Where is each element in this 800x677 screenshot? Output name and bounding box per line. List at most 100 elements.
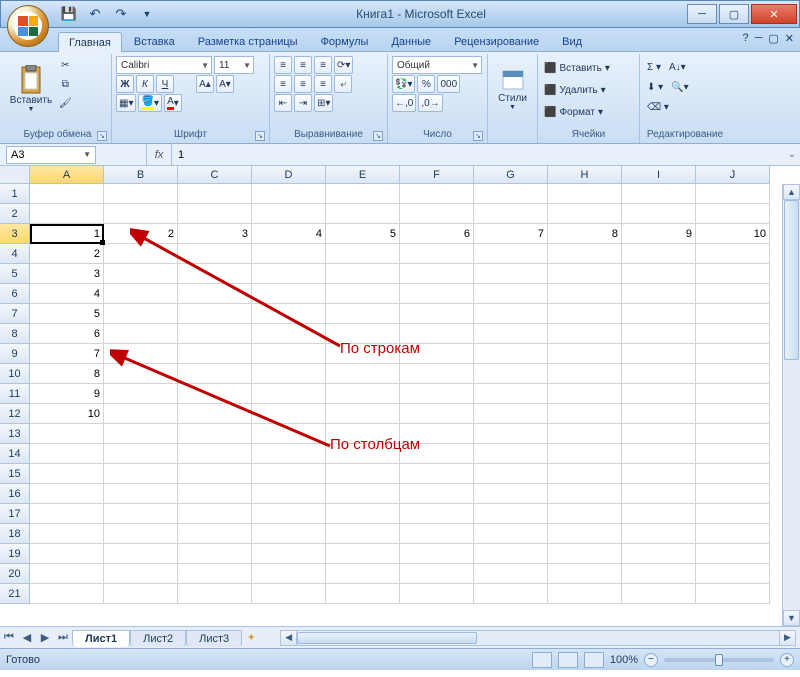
cell-H4[interactable] bbox=[548, 244, 622, 264]
cell-E1[interactable] bbox=[326, 184, 400, 204]
fx-icon[interactable]: fx bbox=[146, 144, 172, 165]
cell-J15[interactable] bbox=[696, 464, 770, 484]
tab-view[interactable]: Вид bbox=[551, 31, 593, 51]
cell-D9[interactable] bbox=[252, 344, 326, 364]
cell-D20[interactable] bbox=[252, 564, 326, 584]
cell-A8[interactable]: 6 bbox=[30, 324, 104, 344]
cell-D7[interactable] bbox=[252, 304, 326, 324]
column-header-C[interactable]: C bbox=[178, 166, 252, 184]
cell-B9[interactable] bbox=[104, 344, 178, 364]
row-header-12[interactable]: 12 bbox=[0, 404, 30, 424]
cell-B3[interactable]: 2 bbox=[104, 224, 178, 244]
cell-F10[interactable] bbox=[400, 364, 474, 384]
cell-H13[interactable] bbox=[548, 424, 622, 444]
cell-F11[interactable] bbox=[400, 384, 474, 404]
cell-J5[interactable] bbox=[696, 264, 770, 284]
sort-filter-button[interactable]: A↓▾ bbox=[666, 58, 689, 76]
copy-button[interactable]: ⧉ bbox=[56, 75, 75, 93]
cell-H12[interactable] bbox=[548, 404, 622, 424]
cell-D15[interactable] bbox=[252, 464, 326, 484]
scroll-left-icon[interactable]: ◀ bbox=[281, 631, 297, 645]
bold-button[interactable]: Ж bbox=[116, 75, 134, 93]
paste-button[interactable]: Вставить ▼ bbox=[8, 56, 54, 122]
cell-F5[interactable] bbox=[400, 264, 474, 284]
cell-F6[interactable] bbox=[400, 284, 474, 304]
row-header-1[interactable]: 1 bbox=[0, 184, 30, 204]
cell-B13[interactable] bbox=[104, 424, 178, 444]
sheet-nav-next-icon[interactable]: ▶ bbox=[36, 629, 54, 647]
cell-G19[interactable] bbox=[474, 544, 548, 564]
cell-A4[interactable]: 2 bbox=[30, 244, 104, 264]
cell-B17[interactable] bbox=[104, 504, 178, 524]
percent-format-button[interactable]: % bbox=[417, 75, 435, 93]
cell-I19[interactable] bbox=[622, 544, 696, 564]
insert-cells-button[interactable]: ⬛Вставить ▾ bbox=[542, 58, 612, 78]
cell-H5[interactable] bbox=[548, 264, 622, 284]
cell-G9[interactable] bbox=[474, 344, 548, 364]
cell-B18[interactable] bbox=[104, 524, 178, 544]
cell-C13[interactable] bbox=[178, 424, 252, 444]
cell-G17[interactable] bbox=[474, 504, 548, 524]
cell-E8[interactable] bbox=[326, 324, 400, 344]
horizontal-scrollbar[interactable]: ◀ ▶ bbox=[280, 630, 796, 646]
cell-J14[interactable] bbox=[696, 444, 770, 464]
font-size-combo[interactable]: 11▼ bbox=[214, 56, 254, 74]
cell-H15[interactable] bbox=[548, 464, 622, 484]
hscroll-thumb[interactable] bbox=[297, 632, 477, 644]
cell-D17[interactable] bbox=[252, 504, 326, 524]
cell-I6[interactable] bbox=[622, 284, 696, 304]
cell-E11[interactable] bbox=[326, 384, 400, 404]
cell-C7[interactable] bbox=[178, 304, 252, 324]
cell-G15[interactable] bbox=[474, 464, 548, 484]
cell-I18[interactable] bbox=[622, 524, 696, 544]
cell-G14[interactable] bbox=[474, 444, 548, 464]
cell-F7[interactable] bbox=[400, 304, 474, 324]
column-header-G[interactable]: G bbox=[474, 166, 548, 184]
cell-D6[interactable] bbox=[252, 284, 326, 304]
cell-J7[interactable] bbox=[696, 304, 770, 324]
shrink-font-button[interactable]: A▾ bbox=[216, 75, 234, 93]
cell-G20[interactable] bbox=[474, 564, 548, 584]
column-header-J[interactable]: J bbox=[696, 166, 770, 184]
column-header-H[interactable]: H bbox=[548, 166, 622, 184]
cell-A2[interactable] bbox=[30, 204, 104, 224]
cell-E10[interactable] bbox=[326, 364, 400, 384]
cell-G2[interactable] bbox=[474, 204, 548, 224]
vscroll-thumb[interactable] bbox=[784, 200, 799, 360]
column-header-F[interactable]: F bbox=[400, 166, 474, 184]
row-header-9[interactable]: 9 bbox=[0, 344, 30, 364]
tab-formulas[interactable]: Формулы bbox=[310, 31, 380, 51]
maximize-button[interactable]: ▢ bbox=[719, 4, 749, 24]
cell-J2[interactable] bbox=[696, 204, 770, 224]
cell-J11[interactable] bbox=[696, 384, 770, 404]
cell-D13[interactable] bbox=[252, 424, 326, 444]
row-header-17[interactable]: 17 bbox=[0, 504, 30, 524]
cell-C6[interactable] bbox=[178, 284, 252, 304]
cell-A18[interactable] bbox=[30, 524, 104, 544]
cell-A7[interactable]: 5 bbox=[30, 304, 104, 324]
cell-G8[interactable] bbox=[474, 324, 548, 344]
cell-B12[interactable] bbox=[104, 404, 178, 424]
cell-E21[interactable] bbox=[326, 584, 400, 604]
cell-H1[interactable] bbox=[548, 184, 622, 204]
cell-A6[interactable]: 4 bbox=[30, 284, 104, 304]
fill-color-button[interactable]: 🪣▾ bbox=[138, 94, 161, 112]
cell-F20[interactable] bbox=[400, 564, 474, 584]
close-button[interactable]: ✕ bbox=[751, 4, 797, 24]
expand-formula-bar-icon[interactable]: ⌄ bbox=[784, 149, 800, 160]
cell-A19[interactable] bbox=[30, 544, 104, 564]
cell-F17[interactable] bbox=[400, 504, 474, 524]
clear-button[interactable]: ⌫ ▾ bbox=[644, 98, 672, 116]
cell-I17[interactable] bbox=[622, 504, 696, 524]
cell-J4[interactable] bbox=[696, 244, 770, 264]
grow-font-button[interactable]: A▴ bbox=[196, 75, 214, 93]
decrease-indent-button[interactable]: ⇤ bbox=[274, 94, 292, 112]
cell-E3[interactable]: 5 bbox=[326, 224, 400, 244]
sheet-nav-first-icon[interactable]: ⏮ bbox=[0, 629, 18, 647]
cell-E2[interactable] bbox=[326, 204, 400, 224]
cell-C3[interactable]: 3 bbox=[178, 224, 252, 244]
cell-H6[interactable] bbox=[548, 284, 622, 304]
cell-H3[interactable]: 8 bbox=[548, 224, 622, 244]
scroll-up-icon[interactable]: ▲ bbox=[783, 184, 800, 200]
tab-insert[interactable]: Вставка bbox=[123, 31, 186, 51]
